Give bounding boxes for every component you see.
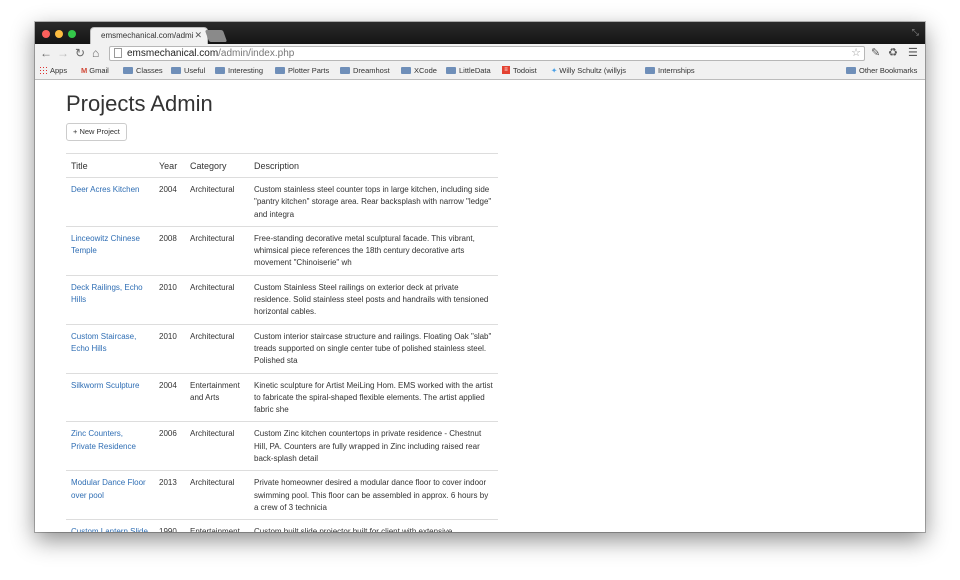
browser-toolbar: ← → ↻ ⌂ emsmechanical.com/admin/index.ph… bbox=[35, 44, 925, 63]
project-year: 2006 bbox=[154, 421, 185, 472]
project-title-link[interactable]: Custom Lantern Slide Projector bbox=[66, 519, 154, 532]
back-arrow-icon[interactable]: ← bbox=[40, 45, 52, 61]
folder-icon bbox=[171, 66, 181, 74]
project-category: Architectural bbox=[185, 470, 249, 521]
folder-icon bbox=[340, 66, 350, 74]
project-category: Entertainment and Arts bbox=[185, 519, 249, 532]
browser-tab[interactable]: emsmechanical.com/admin/ ✕ bbox=[90, 27, 208, 44]
folder-icon bbox=[645, 66, 655, 74]
bookmarks-bar: Apps M Gmail Classes Useful Interesting P… bbox=[35, 63, 925, 80]
project-title-link[interactable]: Silkworm Sculpture bbox=[66, 373, 154, 423]
bookmark-todoist[interactable]: ≡ Todoist bbox=[502, 66, 537, 76]
project-category: Architectural bbox=[185, 421, 249, 472]
recycle-icon[interactable]: ♻ bbox=[888, 46, 898, 60]
page-title: Projects Admin bbox=[66, 91, 213, 116]
maximize-window-button[interactable] bbox=[68, 30, 76, 38]
project-year: 2010 bbox=[154, 324, 185, 374]
folder-icon bbox=[446, 66, 456, 74]
bookmark-classes[interactable]: Classes bbox=[123, 66, 163, 76]
project-description: Custom built slide projector built for c… bbox=[249, 519, 498, 532]
twitter-bird-icon: ✦ bbox=[551, 66, 558, 75]
new-tab-button[interactable] bbox=[204, 30, 228, 42]
project-category: Entertainment and Arts bbox=[185, 373, 249, 423]
star-icon[interactable]: ☆ bbox=[851, 46, 861, 59]
bookmark-gmail[interactable]: M Gmail bbox=[81, 66, 109, 76]
table-row: Modular Dance Floor over pool 2013 Archi… bbox=[66, 470, 498, 521]
project-title-link[interactable]: Zinc Counters, Private Residence bbox=[66, 421, 154, 472]
bookmark-plotter-parts[interactable]: Plotter Parts bbox=[275, 66, 329, 76]
project-description: Custom interior staircase structure and … bbox=[249, 324, 498, 374]
column-header-year: Year bbox=[154, 153, 185, 178]
page-icon bbox=[114, 48, 122, 58]
project-description: Custom Zinc kitchen countertops in priva… bbox=[249, 421, 498, 472]
project-year: 2004 bbox=[154, 373, 185, 423]
folder-icon bbox=[123, 66, 133, 74]
project-description: Custom Stainless Steel railings on exter… bbox=[249, 275, 498, 325]
project-year: 2010 bbox=[154, 275, 185, 325]
reload-icon[interactable]: ↻ bbox=[75, 45, 85, 61]
title-bar: emsmechanical.com/admin/ ✕ ⤡ bbox=[35, 22, 925, 44]
page-content: Projects Admin + New Project Title Year … bbox=[35, 80, 925, 532]
project-description: Custom stainless steel counter tops in l… bbox=[249, 177, 498, 227]
bookmark-useful[interactable]: Useful bbox=[171, 66, 205, 76]
browser-window: emsmechanical.com/admin/ ✕ ⤡ ← → ↻ ⌂ ems… bbox=[35, 22, 925, 532]
project-description: Kinetic sculpture for Artist MeiLing Hom… bbox=[249, 373, 498, 423]
menu-icon[interactable]: ☰ bbox=[908, 46, 918, 60]
table-row: Custom Lantern Slide Projector 1990 Ente… bbox=[66, 519, 498, 532]
extension-icon[interactable]: ✎ bbox=[871, 46, 880, 60]
bookmark-internships[interactable]: Internships bbox=[645, 66, 695, 76]
forward-arrow-icon[interactable]: → bbox=[57, 45, 69, 61]
todoist-icon: ≡ bbox=[502, 66, 510, 75]
project-description: Free-standing decorative metal sculptura… bbox=[249, 226, 498, 276]
table-row: Linceowitz Chinese Temple 2008 Architect… bbox=[66, 226, 498, 276]
project-year: 2008 bbox=[154, 226, 185, 276]
project-category: Architectural bbox=[185, 226, 249, 276]
bookmark-littledata[interactable]: LittleData bbox=[446, 66, 491, 76]
bookmark-xcode[interactable]: XCode bbox=[401, 66, 437, 76]
project-year: 2013 bbox=[154, 470, 185, 521]
table-header-row: Title Year Category Description bbox=[66, 153, 498, 178]
apps-icon bbox=[39, 66, 47, 75]
projects-table: Title Year Category Description Deer Acr… bbox=[66, 153, 498, 532]
project-title-link[interactable]: Linceowitz Chinese Temple bbox=[66, 226, 154, 276]
gmail-icon: M bbox=[81, 66, 88, 75]
new-project-button[interactable]: + New Project bbox=[66, 123, 127, 141]
table-row: Zinc Counters, Private Residence 2006 Ar… bbox=[66, 421, 498, 472]
project-category: Architectural bbox=[185, 275, 249, 325]
folder-icon bbox=[215, 66, 225, 74]
folder-icon bbox=[275, 66, 285, 74]
project-title-link[interactable]: Modular Dance Floor over pool bbox=[66, 470, 154, 521]
close-icon[interactable]: ✕ bbox=[194, 30, 202, 41]
bookmark-interesting[interactable]: Interesting bbox=[215, 66, 263, 76]
project-description: Private homeowner desired a modular danc… bbox=[249, 470, 498, 521]
table-row: Deck Railings, Echo Hills 2010 Architect… bbox=[66, 275, 498, 325]
bookmark-apps[interactable]: Apps bbox=[39, 66, 67, 76]
home-icon[interactable]: ⌂ bbox=[92, 45, 99, 61]
close-window-button[interactable] bbox=[42, 30, 50, 38]
table-row: Deer Acres Kitchen 2004 Architectural Cu… bbox=[66, 177, 498, 227]
folder-icon bbox=[846, 66, 856, 74]
bookmark-other[interactable]: Other Bookmarks bbox=[846, 66, 917, 76]
url-text: emsmechanical.com/admin/index.php bbox=[127, 48, 295, 59]
folder-icon bbox=[401, 66, 411, 74]
column-header-description: Description bbox=[249, 153, 498, 178]
address-bar[interactable]: emsmechanical.com/admin/index.php ☆ bbox=[109, 46, 865, 61]
project-category: Architectural bbox=[185, 324, 249, 374]
minimize-window-button[interactable] bbox=[55, 30, 63, 38]
table-row: Custom Staircase, Echo Hills 2010 Archit… bbox=[66, 324, 498, 374]
project-title-link[interactable]: Deck Railings, Echo Hills bbox=[66, 275, 154, 325]
project-title-link[interactable]: Custom Staircase, Echo Hills bbox=[66, 324, 154, 374]
project-category: Architectural bbox=[185, 177, 249, 227]
tab-title: emsmechanical.com/admin/ bbox=[101, 31, 193, 40]
project-year: 2004 bbox=[154, 177, 185, 227]
bookmark-twitter[interactable]: ✦ Willy Schultz (willyjs bbox=[551, 66, 641, 76]
fullscreen-icon[interactable]: ⤡ bbox=[912, 27, 919, 38]
column-header-title: Title bbox=[66, 153, 154, 178]
column-header-category: Category bbox=[185, 153, 249, 178]
table-row: Silkworm Sculpture 2004 Entertainment an… bbox=[66, 373, 498, 423]
project-title-link[interactable]: Deer Acres Kitchen bbox=[66, 177, 154, 227]
project-year: 1990 bbox=[154, 519, 185, 532]
bookmark-dreamhost[interactable]: Dreamhost bbox=[340, 66, 390, 76]
